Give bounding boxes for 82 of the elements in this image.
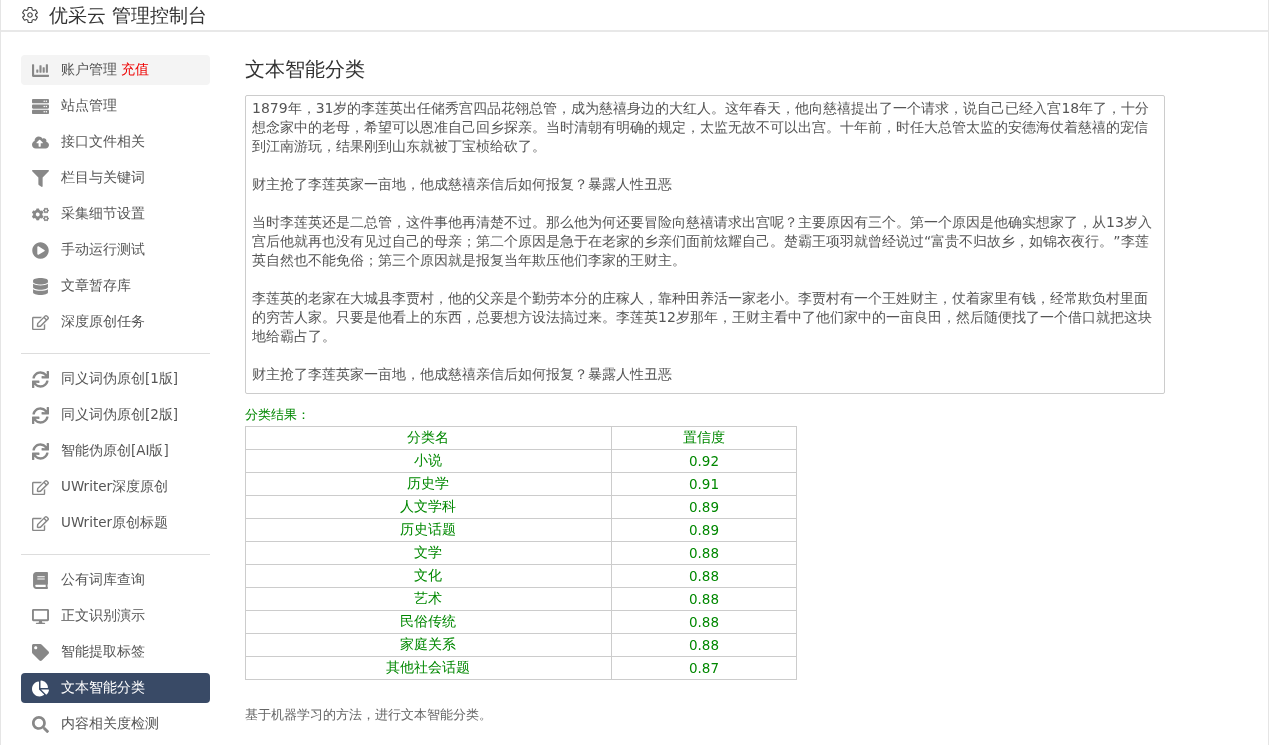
sidebar-item[interactable]: 同义词伪原创[2版] [21, 400, 210, 430]
table-cell: 历史话题 [245, 518, 612, 542]
description-text: 基于机器学习的方法，进行文本智能分类。 [245, 706, 493, 724]
sidebar-item-label: 接口文件相关 [61, 133, 145, 151]
sidebar-item-label: 智能伪原创[AI版] [61, 442, 169, 460]
monitor-icon [32, 607, 49, 625]
refresh-icon [32, 370, 49, 388]
edit-icon [32, 313, 49, 331]
sidebar-item-label: 智能提取标签 [61, 643, 145, 661]
sidebar-item[interactable]: 智能伪原创[AI版] [21, 436, 210, 466]
table-cell: 小说 [245, 449, 612, 473]
settings-icon [21, 6, 39, 24]
tag-icon [32, 643, 49, 661]
book-icon [32, 571, 49, 589]
play-icon [32, 241, 49, 259]
table-cell: 其他社会话题 [245, 656, 612, 680]
table-cell: 民俗传统 [245, 610, 612, 634]
table-cell: 艺术 [245, 587, 612, 611]
sidebar-item-label: 正文识别演示 [61, 607, 145, 625]
search-icon [32, 715, 49, 733]
table-cell: 0.88 [611, 587, 797, 611]
sidebar-item[interactable]: 文章暂存库 [21, 271, 210, 301]
sidebar-item-label: UWriter深度原创 [61, 478, 169, 496]
table-cell: 0.87 [611, 656, 797, 680]
sidebar-item[interactable]: 深度原创任务 [21, 307, 210, 337]
table-cell: 0.89 [611, 518, 797, 542]
sidebar-item-label: 账户管理 [61, 61, 117, 79]
table-cell: 0.92 [611, 449, 797, 473]
sidebar-item[interactable]: UWriter深度原创 [21, 472, 210, 502]
sidebar-item-label: 栏目与关键词 [61, 169, 145, 187]
console-title: 优采云 管理控制台 [49, 3, 208, 27]
sidebar-item[interactable]: 账户管理 充值 [21, 55, 210, 85]
table-cell: 0.88 [611, 610, 797, 634]
table-cell: 0.88 [611, 633, 797, 657]
sidebar-item[interactable]: 智能提取标签 [21, 637, 210, 667]
refresh-icon [32, 406, 49, 424]
table-cell: 家庭关系 [245, 633, 612, 657]
sidebar-item-label: 深度原创任务 [61, 313, 145, 331]
sidebar-item[interactable]: 内容相关度检测 [21, 709, 210, 739]
database-icon [32, 277, 49, 295]
table-cell: 文化 [245, 564, 612, 588]
sidebar-item[interactable]: 同义词伪原创[1版] [21, 364, 210, 394]
sidebar-item-label: 公有词库查询 [61, 571, 145, 589]
table-cell: 0.89 [611, 495, 797, 519]
table-cell: 0.88 [611, 564, 797, 588]
sidebar-item[interactable]: UWriter原创标题 [21, 508, 210, 538]
table-cell: 0.88 [611, 541, 797, 565]
sidebar-item[interactable]: 文本智能分类 [21, 673, 210, 703]
server-icon [32, 97, 49, 115]
recharge-link[interactable]: 充值 [121, 61, 149, 79]
text-input-field[interactable]: 1879年，31岁的李莲英出任储秀宫四品花翎总管，成为慈禧身边的大红人。这年春天，他向慈禧提出了一个请求，说自己已经入宫18年了，十分想念家中的老母，希望可以恩准自己回乡探亲。当时清朝有明确的规定，太监无故不可以出宫。十年前，时任大总管太监的安德海仗着慈禧的宠信到江南游玩，结果刚到山东就被丁宝桢给砍了。 财主抢了李莲英家一亩地，他成慈禧亲信后如何报复？暴露人性丑恶 当时李莲英还是二总管，这件事他再清楚不过。那么他为何还要冒险向慈禧请求出宫呢？主要原因有三个。第一个原因是他确实想家了，从13岁入宫后他就再也没有见过自己的母亲；第二个原因是急于在老家的乡亲们面前炫耀自己。楚霸王项羽就曾经说过“富贵不归故乡，如锦衣夜行。”李莲英自然也不能免俗；第三个原因就是报复当年欺压他们李家的王财主。 李莲英的老家在大城县李贾村，他的父亲是个勤劳本分的庄稼人，靠种田养活一家老小。李贾村有一个王姓财主，仗着家里有钱，经常欺负村里面的穷苦人家。只要是他看上的东西，总要想方设法搞过来。李莲英12岁那年，王财主看中了他们家中的一亩良田，然后随便找了一个借口就把这块地给霸占了。 财主抢了李莲英家一亩地，他成慈禧亲信后如何报复？暴露人性丑恶 [245, 95, 1165, 394]
edit-icon [32, 478, 49, 496]
refresh-icon [32, 442, 49, 460]
pie-chart-icon [32, 679, 49, 697]
sidebar-item-label: 文本智能分类 [61, 679, 145, 697]
sidebar-item-label: 手动运行测试 [61, 241, 145, 259]
gears-icon [32, 205, 49, 223]
sidebar-item-label: 站点管理 [61, 97, 117, 115]
page-heading: 文本智能分类 [245, 56, 366, 83]
table-cell: 文学 [245, 541, 612, 565]
sidebar-item[interactable]: 接口文件相关 [21, 127, 210, 157]
result-label: 分类结果： [245, 406, 311, 424]
table-cell: 历史学 [245, 472, 612, 496]
sidebar-item[interactable]: 栏目与关键词 [21, 163, 210, 193]
edit-icon [32, 514, 49, 532]
filter-icon [32, 169, 49, 187]
sidebar-item-label: 内容相关度检测 [61, 715, 159, 733]
column-header: 置信度 [611, 426, 797, 450]
sidebar-item-label: 同义词伪原创[1版] [61, 370, 179, 388]
sidebar-item-label: 采集细节设置 [61, 205, 145, 223]
table-cell: 0.91 [611, 472, 797, 496]
sidebar-item[interactable]: 正文识别演示 [21, 601, 210, 631]
bar-chart-icon [32, 61, 49, 79]
sidebar-item[interactable]: 公有词库查询 [21, 565, 210, 595]
sidebar-item[interactable]: 手动运行测试 [21, 235, 210, 265]
sidebar-item-label: UWriter原创标题 [61, 514, 169, 532]
sidebar-item-label: 同义词伪原创[2版] [61, 406, 179, 424]
sidebar-item[interactable]: 采集细节设置 [21, 199, 210, 229]
column-header: 分类名 [245, 426, 612, 450]
table-cell: 人文学科 [245, 495, 612, 519]
sidebar-item[interactable]: 站点管理 [21, 91, 210, 121]
sidebar-item-label: 文章暂存库 [61, 277, 131, 295]
